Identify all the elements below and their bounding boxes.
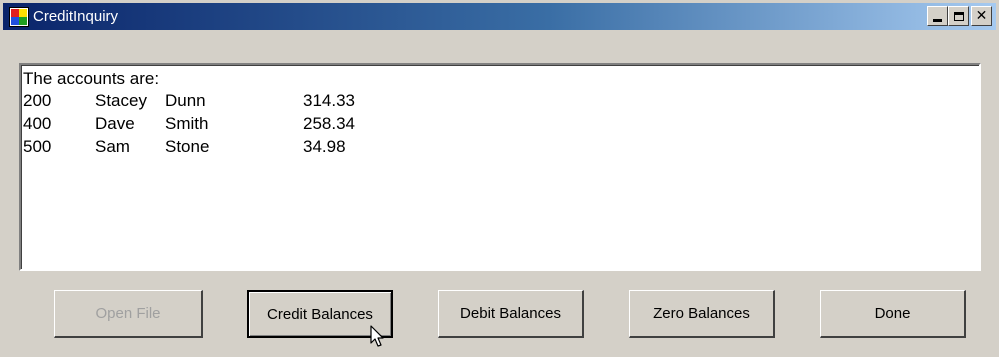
balance: 258.34 xyxy=(303,114,355,133)
zero-balances-button[interactable]: Zero Balances xyxy=(629,290,775,338)
open-file-button[interactable]: Open File xyxy=(54,290,203,338)
mouse-pointer-icon xyxy=(370,325,384,347)
accounts-heading: The accounts are: xyxy=(23,69,160,88)
credit-inquiry-window: CreditInquiry ✕ The accounts are: 200 St… xyxy=(0,0,999,357)
title-bar[interactable]: CreditInquiry ✕ xyxy=(3,3,996,30)
last-name: Stone xyxy=(165,137,210,156)
account-number: 400 xyxy=(23,114,52,133)
account-number: 200 xyxy=(23,91,52,110)
account-row: 200 Stacey Dunn 314.33 xyxy=(23,91,423,113)
last-name: Smith xyxy=(165,114,209,133)
balance: 314.33 xyxy=(303,91,355,110)
minimize-icon xyxy=(933,19,942,22)
close-icon: ✕ xyxy=(975,8,988,24)
balance: 34.98 xyxy=(303,137,346,156)
close-button[interactable]: ✕ xyxy=(971,6,992,26)
last-name: Dunn xyxy=(165,91,206,110)
account-row: 400 Dave Smith 258.34 xyxy=(23,114,423,136)
account-number: 500 xyxy=(23,137,52,156)
caption-buttons: ✕ xyxy=(927,6,992,26)
first-name: Dave xyxy=(95,114,135,133)
minimize-button[interactable] xyxy=(927,6,948,26)
first-name: Sam xyxy=(95,137,130,156)
account-row: 500 Sam Stone 34.98 xyxy=(23,137,423,159)
app-icon[interactable] xyxy=(9,6,29,27)
maximize-icon xyxy=(953,11,964,21)
accounts-output-textbox[interactable]: The accounts are: 200 Stacey Dunn 314.33… xyxy=(19,63,981,271)
window-title: CreditInquiry xyxy=(33,8,119,25)
debit-balances-button[interactable]: Debit Balances xyxy=(438,290,584,338)
done-button[interactable]: Done xyxy=(820,290,966,338)
first-name: Stacey xyxy=(95,91,147,110)
maximize-button[interactable] xyxy=(948,6,969,26)
